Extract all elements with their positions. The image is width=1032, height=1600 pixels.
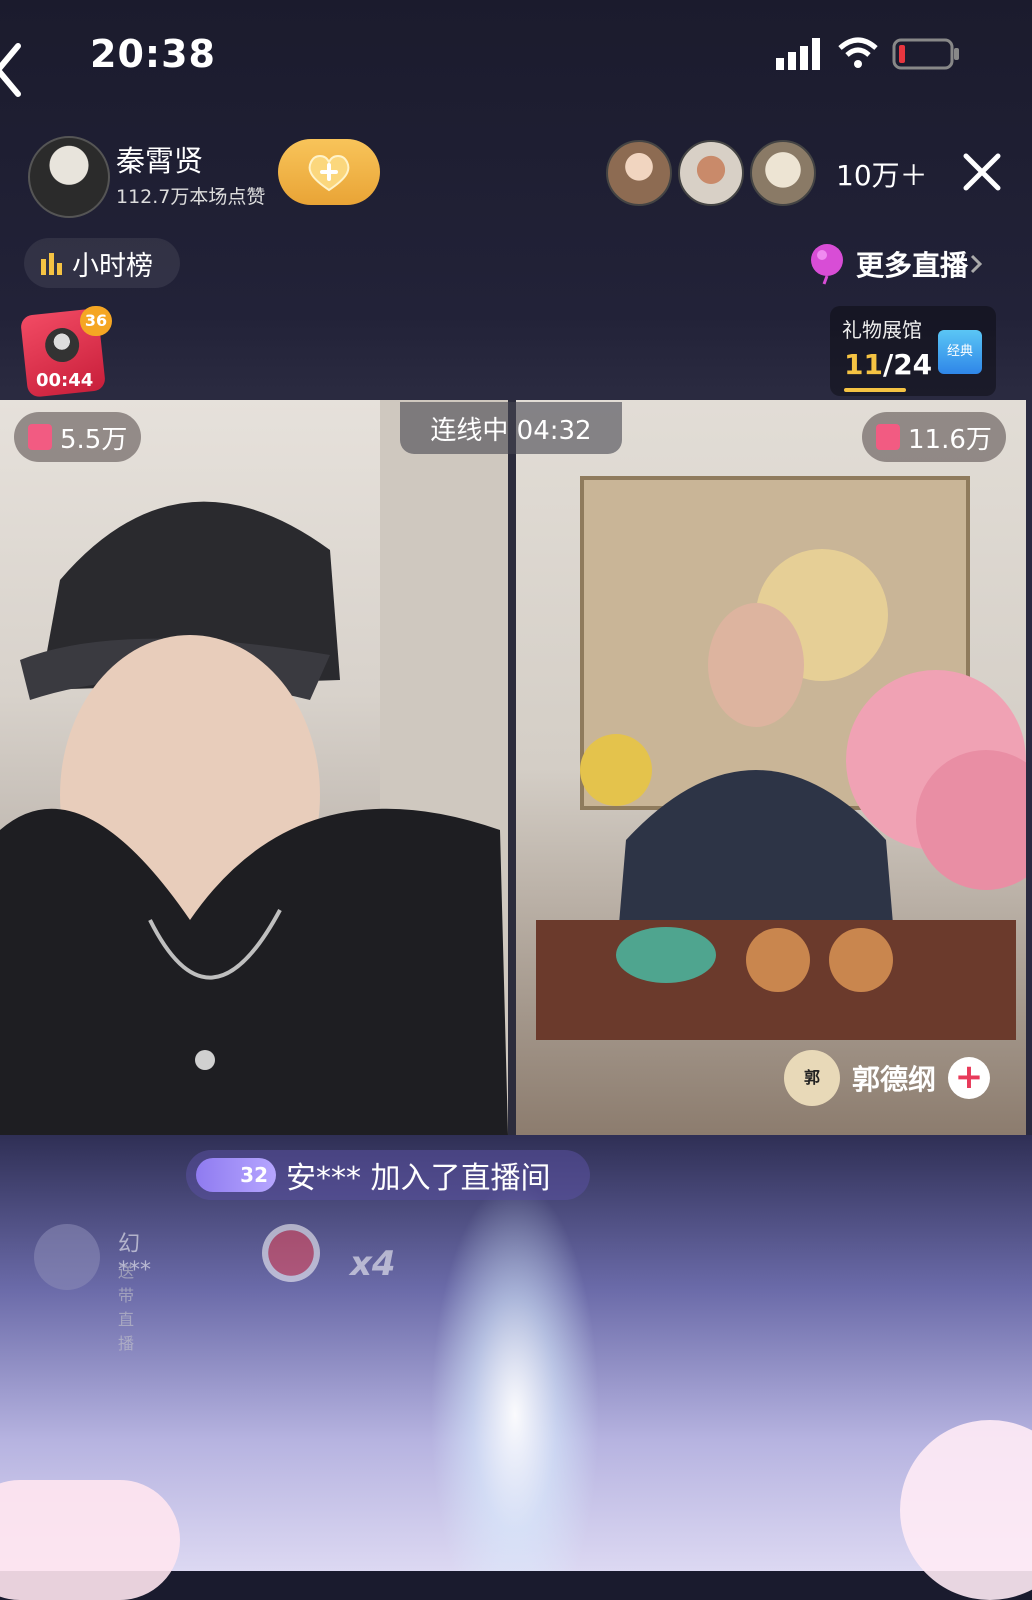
bar-chart-icon [41, 253, 62, 275]
guest-avatar[interactable]: 郭 [784, 1050, 840, 1106]
right-pk-score-value: 11.6万 [908, 424, 992, 455]
gift-hall-widget[interactable]: 礼物展馆 11/24 经典 [830, 306, 996, 396]
follow-button[interactable] [278, 139, 380, 205]
signal-icon [776, 38, 820, 70]
heart-plus-icon [308, 155, 350, 192]
guest-video[interactable] [516, 400, 1026, 1135]
battery-icon [892, 38, 959, 70]
gift-hall-progress-bar [844, 388, 906, 392]
left-pk-score-value: 5.5万 [60, 424, 128, 455]
link-status: 连线中 04:32 [400, 402, 622, 454]
gift-hall-progress: 11/24 [844, 348, 933, 381]
guest-name[interactable]: 郭德纲 [852, 1058, 936, 1098]
rocket-glow-effect [430, 1180, 600, 1571]
top-viewer-avatar[interactable] [606, 140, 672, 206]
split-divider [508, 400, 516, 1135]
wifi-icon [838, 37, 878, 68]
status-bar: 20:38 [0, 0, 1032, 110]
gift-hall-title: 礼物展馆 [842, 318, 922, 342]
guest-follow-button[interactable]: + [948, 1057, 991, 1099]
host-name[interactable]: 秦霄贤 [116, 138, 203, 180]
guest-video-figure [536, 476, 1026, 1040]
red-packet-timer: 00:44 [36, 370, 94, 391]
live-room-screen: 20:38 秦霄贤 112.7万本场点赞 10万＋ 小时榜 更多直播 36 00… [0, 0, 1032, 1600]
more-live-label: 更多直播 [856, 249, 969, 282]
join-message-text: 安*** 加入了直播间 [286, 1161, 551, 1196]
red-packet-avatar [43, 326, 81, 364]
hour-rank-button[interactable]: 小时榜 [24, 238, 180, 288]
rose-gift-icon [262, 1224, 320, 1282]
pk-score-icon [876, 424, 900, 450]
host-likes: 112.7万本场点赞 [116, 186, 266, 208]
cloud-decoration [0, 1480, 180, 1600]
right-pk-score[interactable]: 11.6万 [862, 412, 1006, 462]
left-pk-score[interactable]: 5.5万 [14, 412, 142, 462]
top-viewer-avatar[interactable] [678, 140, 744, 206]
more-live-button[interactable]: 更多直播 [808, 240, 984, 288]
user-level-badge: 32 [196, 1158, 276, 1192]
host-video-figure [0, 400, 508, 1135]
hour-rank-label: 小时榜 [72, 250, 153, 282]
gift-feed-item: 幻*** 送带直播 x4 [34, 1222, 396, 1353]
balloon-icon [811, 244, 843, 285]
clock: 20:38 [90, 32, 216, 76]
host-avatar[interactable] [28, 136, 110, 218]
gift-count: x4 [350, 1244, 396, 1284]
top-viewer-avatar[interactable] [750, 140, 816, 206]
guest-tag[interactable]: 郭 郭德纲 + [784, 1048, 991, 1108]
chevron-right-icon [970, 254, 983, 274]
red-packet-badge: 36 [80, 306, 112, 336]
close-icon[interactable] [960, 150, 1004, 194]
join-message: 32 安*** 加入了直播间 [186, 1150, 590, 1200]
back-arrow-icon[interactable] [0, 40, 26, 100]
viewer-count[interactable]: 10万＋ [836, 154, 928, 194]
gift-sender-avatar [34, 1224, 100, 1290]
gift-box-icon: 经典 [938, 330, 982, 374]
gift-sender-subtitle: 送带直播 [118, 1262, 135, 1353]
pk-score-icon [28, 424, 52, 450]
host-video[interactable] [0, 400, 508, 1135]
